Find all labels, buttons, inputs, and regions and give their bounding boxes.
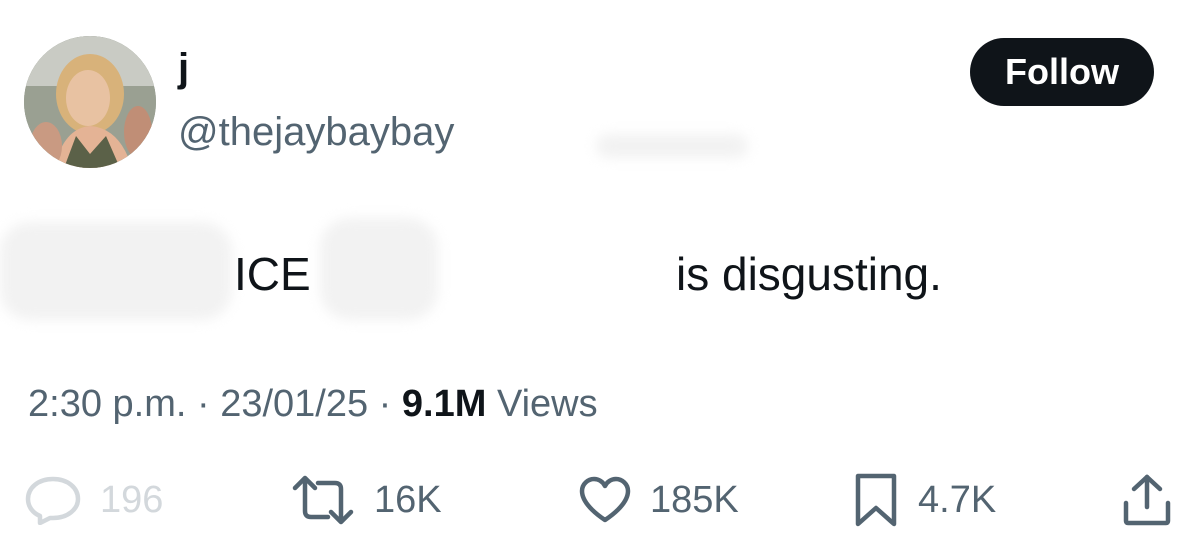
user-handle[interactable]: @thejaybaybay xyxy=(178,108,454,156)
reply-count: 196 xyxy=(100,479,164,521)
tweet-card: j @thejaybaybay Follow ICE is disgusting… xyxy=(0,0,1200,550)
like-count: 185K xyxy=(650,479,739,521)
reply-button[interactable]: 196 xyxy=(24,470,163,530)
redaction-smudge xyxy=(596,134,748,158)
repost-count: 16K xyxy=(374,479,442,521)
share-icon xyxy=(1123,474,1171,526)
meta-separator: · xyxy=(186,383,221,425)
tweet-time[interactable]: 2:30 p.m. xyxy=(28,383,186,425)
tweet-date[interactable]: 23/01/25 xyxy=(220,383,368,425)
bookmark-count: 4.7K xyxy=(918,479,997,521)
repost-button[interactable]: 16K xyxy=(290,470,442,530)
follow-button[interactable]: Follow xyxy=(970,38,1154,106)
meta-separator: · xyxy=(368,383,402,425)
avatar-photo xyxy=(24,36,156,168)
tweet-metadata: 2:30 p.m. · 23/01/25 · 9.1M Views xyxy=(28,380,598,428)
tweet-text-part-2: is disgusting. xyxy=(676,248,942,300)
bookmark-icon xyxy=(855,473,897,527)
like-button[interactable]: 185K xyxy=(578,470,739,530)
avatar[interactable] xyxy=(24,36,156,168)
repost-icon xyxy=(292,475,354,525)
share-button[interactable] xyxy=(1122,470,1172,530)
views-label: Views xyxy=(486,383,598,425)
heart-icon xyxy=(579,476,631,523)
views-count: 9.1M xyxy=(401,383,487,425)
display-name[interactable]: j xyxy=(178,44,189,92)
redaction-smudge xyxy=(320,218,438,320)
bookmark-button[interactable]: 4.7K xyxy=(852,470,996,530)
reply-icon xyxy=(25,476,81,525)
tweet-text-part-1: ICE xyxy=(234,248,311,300)
redaction-smudge xyxy=(0,222,232,320)
